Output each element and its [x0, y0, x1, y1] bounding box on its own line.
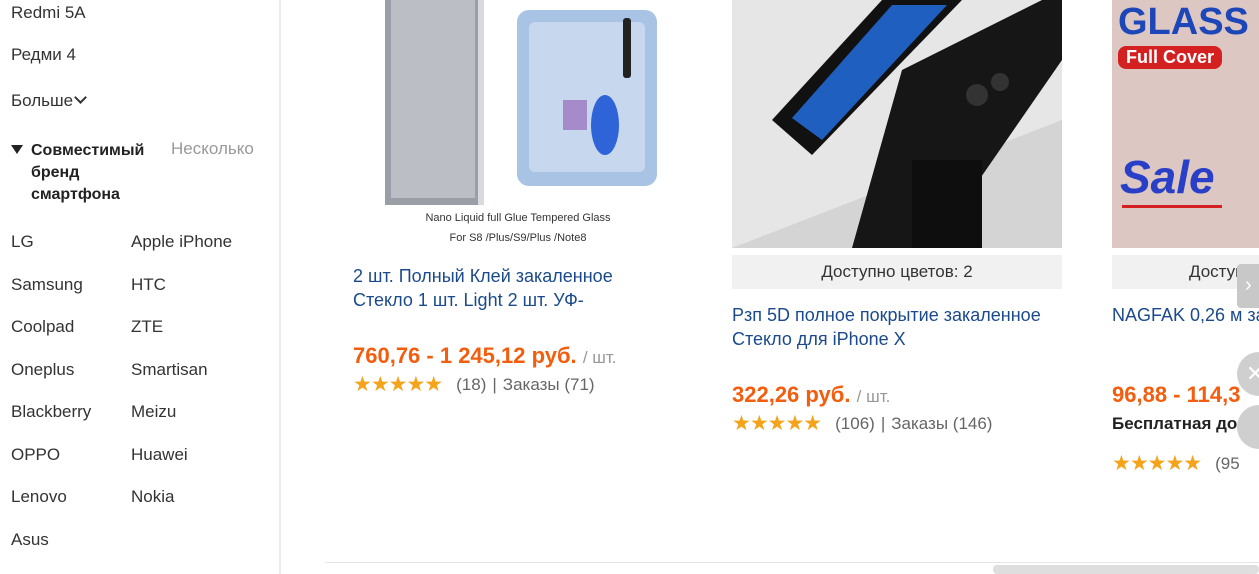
separator: |	[492, 375, 497, 394]
orders-link[interactable]: Заказы (146)	[891, 414, 992, 433]
image-caption-2: For S8 /Plus/S9/Plus /Note8	[449, 232, 587, 244]
product-meta-2: ★★★★★ (106) | Заказы (146)	[732, 411, 992, 436]
more-button[interactable]: Больше	[11, 91, 87, 111]
product-image-3[interactable]: GLASS Full Cover Sale	[1112, 0, 1259, 248]
brand-option-samsung[interactable]: Samsung	[11, 275, 83, 295]
product-title-2[interactable]: Рзп 5D полное покрытие закаленное Стекло…	[732, 303, 1057, 351]
reviews-link[interactable]: (106)	[835, 414, 875, 433]
price-unit: / шт.	[856, 387, 891, 406]
brand-option-asus[interactable]: Asus	[11, 530, 49, 550]
product-price-3: 96,88 - 114,3	[1112, 382, 1241, 407]
brand-option-lg[interactable]: LG	[11, 232, 34, 252]
brand-option-oppo[interactable]: OPPO	[11, 445, 60, 465]
product-meta-3: ★★★★★ (95	[1112, 451, 1259, 476]
product-photo-2	[732, 0, 1062, 248]
brand-option-smartisan[interactable]: Smartisan	[131, 360, 208, 380]
reviews-link[interactable]: (18)	[456, 375, 486, 394]
orders-link[interactable]: Заказы (71)	[503, 375, 595, 394]
chevron-down-icon	[74, 91, 87, 104]
title-line: NAGFAK 0,26 м защитный Стек	[1112, 305, 1259, 325]
product-title-3[interactable]: NAGFAK 0,26 м защитный Стек	[1112, 303, 1259, 351]
brand-option-zte[interactable]: ZTE	[131, 317, 163, 337]
star-rating-icon: ★★★★★	[353, 373, 443, 396]
price-unit: / шт.	[582, 348, 617, 367]
chevron-right-icon: ›	[1245, 274, 1252, 296]
brand-option-apple-iphone[interactable]: Apple iPhone	[131, 232, 232, 252]
image-caption-1: Nano Liquid full Glue Tempered Glass	[425, 212, 611, 224]
product-image-2[interactable]	[732, 0, 1062, 248]
product-meta-1: ★★★★★ (18) | Заказы (71)	[353, 372, 595, 397]
separator: |	[880, 414, 886, 433]
underline-decoration	[1122, 205, 1222, 208]
model-link-redmi-4[interactable]: Редми 4	[11, 45, 76, 65]
product-image-1[interactable]: Nano Liquid full Glue Tempered Glass For…	[353, 0, 683, 250]
brand-option-coolpad[interactable]: Coolpad	[11, 317, 74, 337]
image-text-glass: GLASS	[1118, 1, 1249, 43]
price-value: 322,26 руб.	[732, 382, 851, 407]
product-title-1[interactable]: 2 шт. Полный Клей закаленное Стекло 1 шт…	[353, 264, 673, 312]
horizontal-scrollbar[interactable]	[993, 565, 1259, 574]
divider	[325, 562, 1259, 563]
colors-available-2: Доступно цветов: 2	[732, 255, 1062, 289]
more-label: Больше	[11, 91, 74, 110]
brand-option-htc[interactable]: HTC	[131, 275, 166, 295]
facet-toggle-brand[interactable]: Совместимый бренд смартфона	[11, 140, 161, 206]
model-link-redmi-5a[interactable]: Redmi 5A	[11, 3, 86, 23]
product-price-1: 760,76 - 1 245,12 руб. / шт.	[353, 343, 617, 369]
brand-option-blackberry[interactable]: Blackberry	[11, 402, 91, 422]
filter-sidebar: Redmi 5A Редми 4 Больше Совместимый брен…	[0, 0, 281, 574]
brand-option-huawei[interactable]: Huawei	[131, 445, 188, 465]
carousel-next-button[interactable]: ›	[1237, 264, 1259, 308]
brand-option-meizu[interactable]: Meizu	[131, 402, 176, 422]
star-rating-icon: ★★★★★	[1112, 452, 1202, 475]
image-text-full-cover: Full Cover	[1118, 46, 1223, 69]
facet-mode-label: Несколько	[171, 139, 254, 158]
brand-option-lenovo[interactable]: Lenovo	[11, 487, 67, 507]
reviews-link[interactable]: (95	[1215, 454, 1240, 473]
star-rating-icon: ★★★★★	[732, 412, 822, 435]
brand-option-nokia[interactable]: Nokia	[131, 487, 174, 507]
close-icon: ✕	[1246, 361, 1259, 386]
product-price-2: 322,26 руб. / шт.	[732, 382, 890, 408]
side-action-button[interactable]	[1237, 405, 1259, 449]
facet-title: Совместимый бренд смартфона	[31, 142, 145, 203]
price-value: 760,76 - 1 245,12 руб.	[353, 343, 577, 368]
caret-down-icon	[11, 145, 23, 154]
brand-option-oneplus[interactable]: Oneplus	[11, 360, 74, 380]
image-text-sale: Sale	[1120, 151, 1215, 203]
